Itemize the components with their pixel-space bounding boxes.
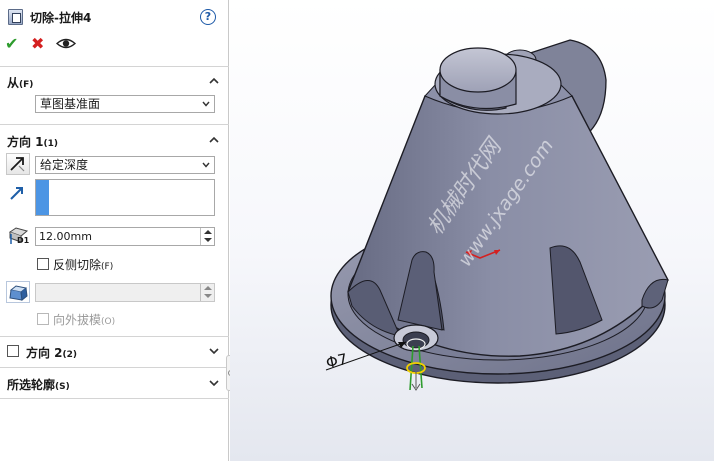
draft-button[interactable] xyxy=(6,281,30,303)
reverse-direction-button[interactable] xyxy=(6,153,30,175)
direction1-group-title: 方向 1(1) xyxy=(7,135,59,149)
chevron-up-icon[interactable] xyxy=(209,135,219,145)
divider xyxy=(0,124,229,125)
chevron-up-icon[interactable] xyxy=(209,76,219,86)
draft-angle-spinbox[interactable] xyxy=(35,283,215,302)
spin-up-icon[interactable] xyxy=(204,230,212,234)
direction-selection-box[interactable] xyxy=(35,179,215,216)
direction1-group-header[interactable]: 方向 1(1) xyxy=(0,130,229,150)
spin-down-icon[interactable] xyxy=(204,294,212,298)
depth-icon-label: D1 xyxy=(17,236,30,245)
draft-outward-label: 向外拔模(O) xyxy=(53,313,116,327)
draft-icon xyxy=(9,285,28,301)
selected-contours-group-header[interactable]: 所选轮廓(S) xyxy=(0,373,229,393)
depth-spin-buttons[interactable] xyxy=(200,228,214,245)
ok-icon[interactable]: ✔ xyxy=(5,35,18,53)
direction2-group-header[interactable]: 方向 2(2) xyxy=(0,341,229,361)
preview-eye-icon[interactable] xyxy=(56,37,76,50)
selected-contours-group-title: 所选轮廓(S) xyxy=(7,378,70,392)
from-group-title: 从(F) xyxy=(7,76,34,90)
from-start-condition-value: 草图基准面 xyxy=(40,97,101,111)
from-start-condition-select[interactable]: 草图基准面 xyxy=(35,95,215,113)
from-group-header[interactable]: 从(F) xyxy=(0,71,229,91)
chevron-down-icon xyxy=(202,101,210,107)
action-bar: ✔ ✖ xyxy=(0,34,229,56)
draft-spin-buttons[interactable] xyxy=(200,284,214,301)
flip-side-to-cut-checkbox[interactable] xyxy=(37,258,49,270)
cut-extrude-icon xyxy=(8,9,23,25)
direction2-group-title: 方向 2(2) xyxy=(26,346,78,360)
reverse-direction-icon xyxy=(10,157,25,172)
selection-accent xyxy=(36,180,49,215)
chevron-down-icon xyxy=(202,162,210,168)
end-condition-select[interactable]: 给定深度 xyxy=(35,156,215,174)
spin-down-icon[interactable] xyxy=(204,238,212,242)
property-manager-header: 切除-拉伸4 ? xyxy=(0,0,229,34)
property-manager: 切除-拉伸4 ? ✔ ✖ 从(F) 草图基准面 方向 1(1) 给定深度 D1 … xyxy=(0,0,229,461)
cancel-icon[interactable]: ✖ xyxy=(31,35,44,53)
spin-up-icon[interactable] xyxy=(204,286,212,290)
end-condition-value: 给定深度 xyxy=(40,158,89,172)
flip-side-to-cut-label: 反侧切除(F) xyxy=(53,258,114,272)
draft-outward-checkbox[interactable] xyxy=(37,313,49,325)
divider xyxy=(0,66,229,67)
feature-title: 切除-拉伸4 xyxy=(30,11,92,25)
divider xyxy=(0,398,229,399)
graphics-viewport[interactable]: Φ7 机械时代网 www.jxage.com xyxy=(230,0,714,461)
direction2-checkbox[interactable] xyxy=(7,345,19,357)
depth-spinbox[interactable]: 12.00mm xyxy=(35,227,215,246)
help-icon[interactable]: ? xyxy=(200,9,216,25)
depth-value: 12.00mm xyxy=(39,230,92,243)
chevron-down-icon[interactable] xyxy=(209,378,219,388)
direction-vector-icon xyxy=(10,187,23,200)
chevron-down-icon[interactable] xyxy=(209,346,219,356)
divider xyxy=(0,367,229,368)
divider xyxy=(0,336,229,337)
